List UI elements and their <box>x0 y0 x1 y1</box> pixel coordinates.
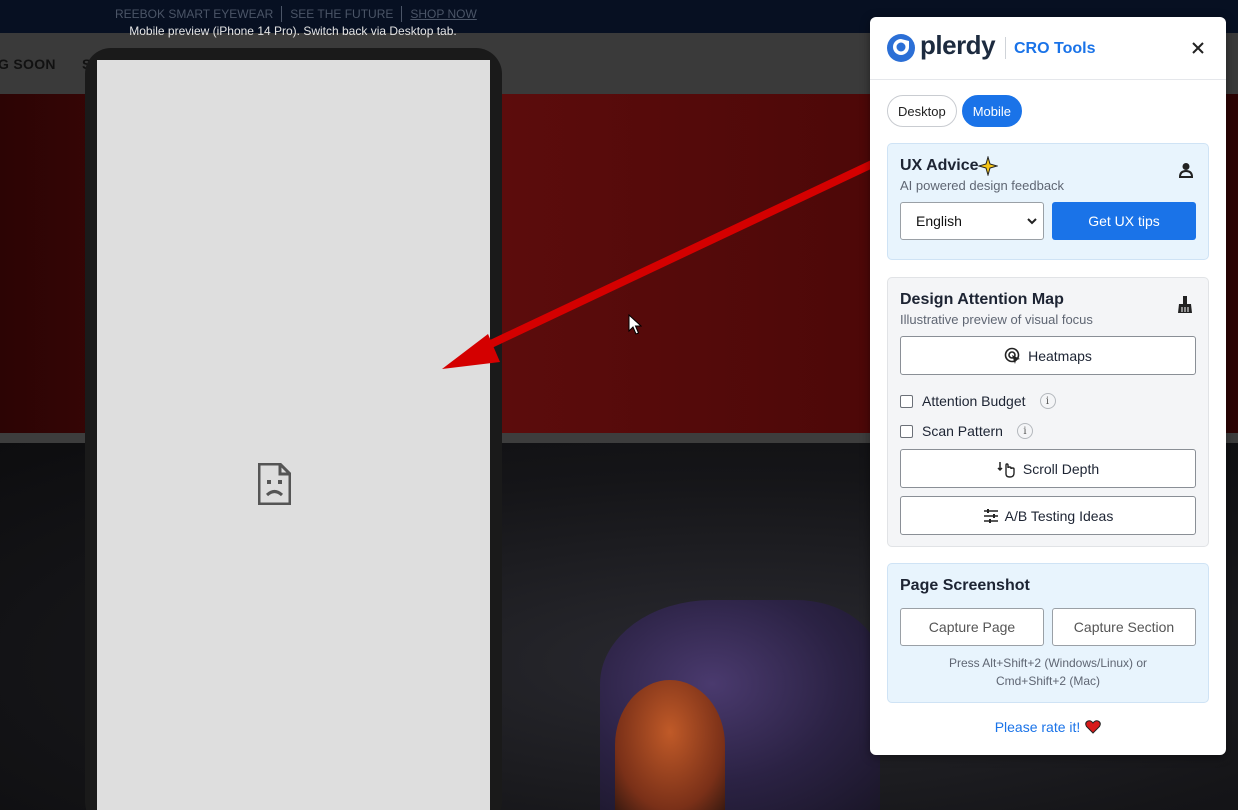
scroll-depth-button[interactable]: Scroll Depth <box>900 449 1196 488</box>
attention-budget-row: Attention Budget i <box>900 393 1056 409</box>
rate-label: Please rate it! <box>994 719 1081 735</box>
attention-map-title: Design Attention Map <box>900 291 1064 308</box>
plerdy-logo-text: plerdy <box>920 30 996 60</box>
ux-advice-card: UX Advice AI powered design feedback Eng… <box>887 143 1209 260</box>
cro-tools-label: CRO Tools <box>1014 40 1096 57</box>
attention-map-card: Design Attention Map Illustrative previe… <box>887 277 1209 547</box>
shortcut-line-mac: Cmd+Shift+2 (Mac) <box>995 674 1101 688</box>
capture-page-button[interactable]: Capture Page <box>900 608 1044 646</box>
chevron-down-icon <box>1027 218 1037 225</box>
shortcut-line-windows: Press Alt+Shift+2 (Windows/Linux) or <box>948 656 1148 670</box>
scan-pattern-row: Scan Pattern i <box>900 423 1033 439</box>
mouse-cursor-icon <box>628 314 642 335</box>
rate-link[interactable]: Please rate it! <box>870 719 1226 735</box>
mobile-preview-screen <box>97 60 490 810</box>
language-select-value: English <box>916 213 962 229</box>
promo-links: REEBOK SMART EYEWEAR SEE THE FUTURE SHOP… <box>115 6 485 22</box>
plerdy-panel: plerdy CRO Tools Desktop Mobile UX Advic… <box>870 17 1226 755</box>
info-icon[interactable]: i <box>1016 423 1033 439</box>
heart-icon <box>1085 720 1102 734</box>
plerdy-logo-icon <box>887 34 915 62</box>
attention-budget-checkbox[interactable] <box>900 394 913 408</box>
scan-pattern-label[interactable]: Scan Pattern <box>922 423 1003 439</box>
sparkle-icon <box>978 156 998 176</box>
screenshot-shortcut-hint: Press Alt+Shift+2 (Windows/Linux) or Cmd… <box>900 654 1196 690</box>
broom-icon[interactable] <box>1177 296 1193 314</box>
ab-testing-button[interactable]: A/B Testing Ideas <box>900 496 1196 535</box>
promo-link-future[interactable]: SEE THE FUTURE <box>282 7 401 21</box>
logo-separator <box>1005 37 1006 59</box>
scan-pattern-checkbox[interactable] <box>900 424 913 438</box>
page-screenshot-card: Page Screenshot Capture Page Capture Sec… <box>887 563 1209 703</box>
heatmaps-label: Heatmaps <box>1028 347 1092 364</box>
info-icon[interactable]: i <box>1039 393 1056 409</box>
scroll-depth-label: Scroll Depth <box>1022 460 1100 477</box>
broken-page-icon <box>258 463 291 505</box>
nav-item-coming-soon[interactable]: G SOON <box>0 56 56 72</box>
sliders-icon <box>983 508 998 523</box>
tab-desktop[interactable]: Desktop <box>887 95 957 127</box>
device-tabs: Desktop Mobile <box>887 95 1022 127</box>
heatmap-cursor-icon <box>1004 347 1021 364</box>
shoe-sole-image <box>615 680 725 810</box>
mobile-preview-note: Mobile preview (iPhone 14 Pro). Switch b… <box>129 24 457 38</box>
attention-map-subtitle: Illustrative preview of visual focus <box>900 312 1093 327</box>
get-ux-tips-button[interactable]: Get UX tips <box>1052 202 1196 240</box>
ab-testing-label: A/B Testing Ideas <box>1004 507 1114 524</box>
scroll-hand-icon <box>997 461 1015 478</box>
ux-advice-subtitle: AI powered design feedback <box>900 178 1065 193</box>
promo-link-eyewear[interactable]: REEBOK SMART EYEWEAR <box>115 7 281 21</box>
user-icon[interactable] <box>1179 162 1193 178</box>
promo-link-shop-now[interactable]: SHOP NOW <box>402 7 484 21</box>
capture-section-button[interactable]: Capture Section <box>1052 608 1196 646</box>
heatmaps-button[interactable]: Heatmaps <box>900 336 1196 375</box>
attention-budget-label[interactable]: Attention Budget <box>922 393 1026 409</box>
tab-mobile[interactable]: Mobile <box>961 95 1022 127</box>
panel-header: plerdy CRO Tools <box>870 17 1226 80</box>
close-icon[interactable] <box>1188 38 1208 58</box>
page-screenshot-title: Page Screenshot <box>900 577 1030 594</box>
language-select[interactable]: English <box>900 202 1044 240</box>
ux-advice-title: UX Advice <box>900 157 979 174</box>
